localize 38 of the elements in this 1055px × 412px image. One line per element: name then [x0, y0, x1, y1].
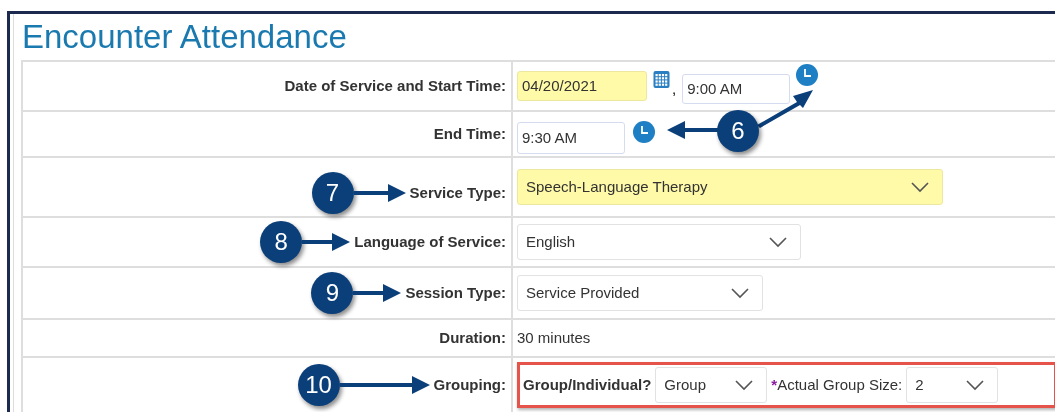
date-field[interactable]: 04/20/2021: [517, 71, 647, 101]
callout-badge: 8: [260, 221, 303, 263]
field-label: Grouping:: [433, 376, 506, 393]
field-label: Session Type:: [405, 284, 506, 301]
select-field[interactable]: Group: [655, 367, 768, 403]
callout-badge: 6: [717, 110, 759, 152]
chevron-icon: [730, 287, 750, 299]
callout-badge: 10: [297, 364, 340, 406]
field-label: Language of Service:: [354, 233, 506, 250]
clock-icon[interactable]: [633, 121, 655, 143]
chevron-icon: [768, 236, 788, 248]
time-field[interactable]: 9:30 AM: [517, 122, 625, 154]
field-label: *Actual Group Size:: [771, 374, 903, 395]
select-field[interactable]: Service Provided: [517, 275, 763, 311]
chevron-icon: [910, 181, 930, 193]
field-label: Date of Service and Start Time:: [284, 75, 506, 96]
chevron-icon: [965, 379, 986, 391]
separator-text: ,: [672, 78, 677, 99]
select-field[interactable]: 2: [906, 367, 999, 403]
callout-arrow: [667, 120, 719, 140]
callout-arrow: [302, 232, 351, 252]
callout-badge: 7: [311, 172, 354, 214]
page-title: Encounter Attendance: [21, 17, 348, 57]
select-field[interactable]: English: [517, 224, 801, 260]
field-value: 30 minutes: [517, 327, 591, 348]
field-label: Duration:: [439, 327, 506, 348]
clock-icon[interactable]: [796, 64, 819, 86]
calendar-icon[interactable]: [653, 70, 670, 90]
callout-arrow: [353, 183, 406, 203]
field-label: End Time:: [433, 123, 506, 144]
callout-arrow: [755, 88, 813, 128]
time-field[interactable]: 9:00 AM: [682, 74, 791, 104]
field-label: Service Type:: [409, 184, 506, 201]
select-field[interactable]: Speech-Language Therapy: [517, 169, 943, 205]
chevron-icon: [734, 379, 755, 391]
callout-badge: 9: [311, 272, 354, 314]
callout-arrow: [353, 283, 402, 303]
field-label: Group/Individual?: [523, 374, 652, 395]
